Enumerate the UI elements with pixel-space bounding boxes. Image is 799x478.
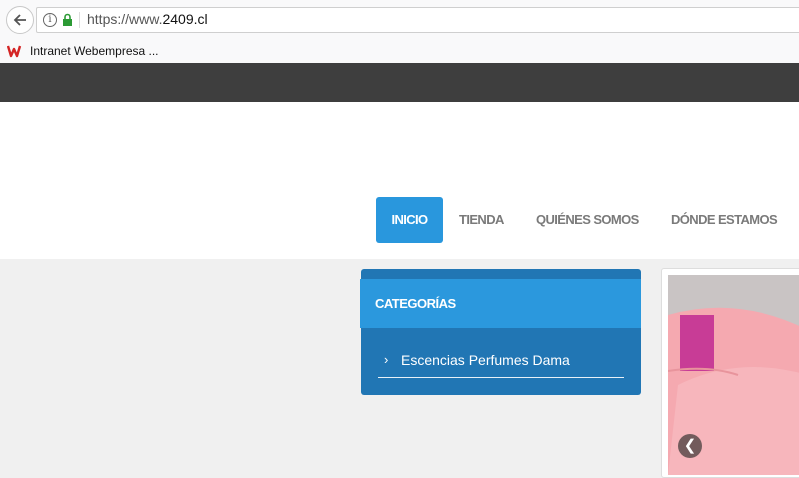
url-text[interactable]: https://www.2409.cl [87,11,208,27]
info-icon[interactable]: i [43,13,57,27]
webempresa-logo-icon [7,45,22,58]
site-topbar [0,63,799,102]
bookmark-intranet-webempresa[interactable]: Intranet Webempresa ... [30,44,159,58]
nav-quienes-somos[interactable]: QUIÉNES SOMOS [536,197,639,243]
arrow-left-icon [13,14,26,26]
nav-inicio[interactable]: INICIO [376,197,443,243]
browser-toolbar: i https://www.2409.cl [0,0,799,41]
slider-prev-button[interactable]: ❮ [678,434,702,458]
lock-icon[interactable] [62,13,73,27]
url-separator [79,12,80,28]
nav-tienda[interactable]: TIENDA [459,197,504,243]
category-item[interactable]: › Escencias Perfumes Dama [378,344,624,378]
category-item-label: Escencias Perfumes Dama [401,352,570,368]
chevron-right-icon: › [384,352,389,367]
bookmarks-bar: Intranet Webempresa ... [0,40,799,63]
back-button[interactable] [6,6,34,34]
categories-title: CATEGORÍAS [375,296,456,311]
address-bar[interactable]: i https://www.2409.cl [36,7,799,33]
nav-donde-estamos[interactable]: DÓNDE ESTAMOS [671,197,778,243]
